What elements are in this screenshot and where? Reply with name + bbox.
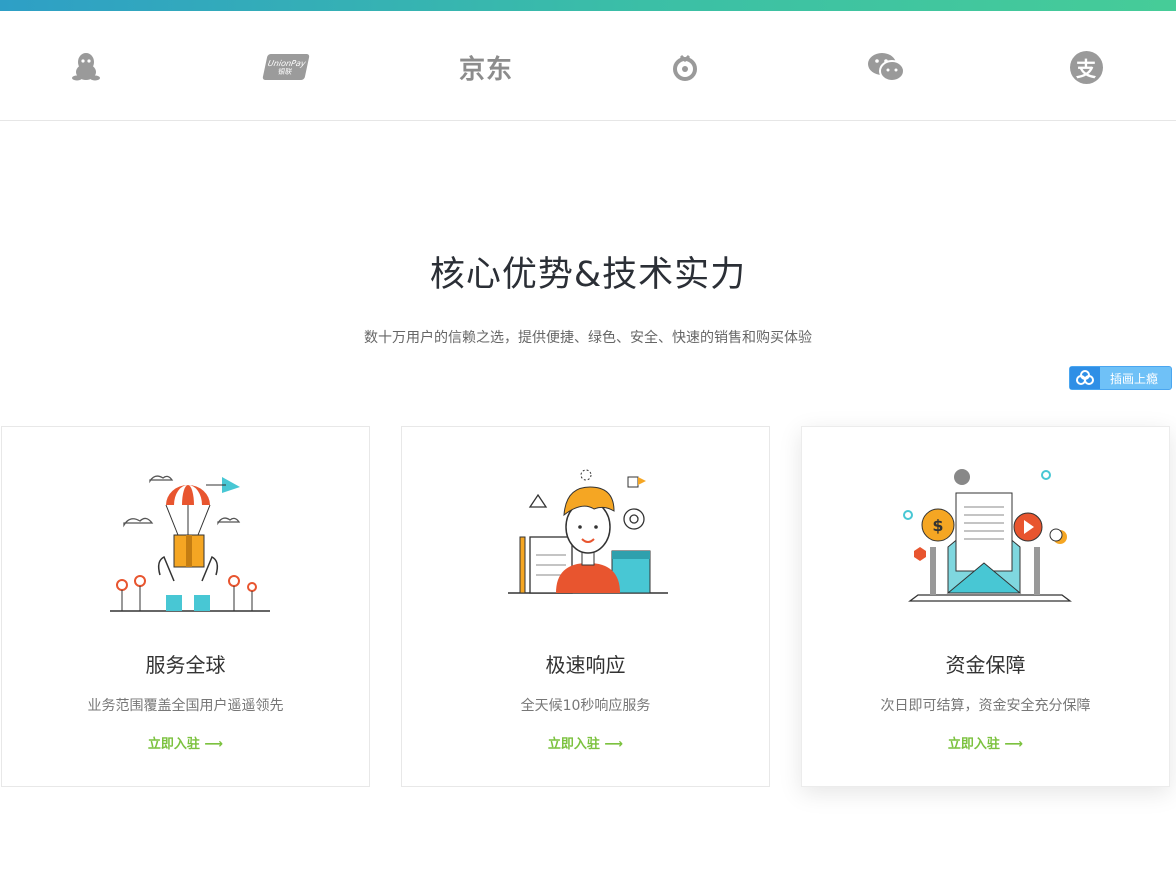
join-now-link[interactable]: 立即入驻 ⟶ [802, 733, 1169, 752]
payment-envelope-illustration: $ [903, 469, 1072, 602]
feature-card-global: 服务全球 业务范围覆盖全国用户遥遥领先 立即入驻 ⟶ [1, 426, 370, 787]
payment-partner-strip: UnionPay 银联 京东 支 [0, 11, 1176, 121]
support-agent-illustration [508, 469, 668, 594]
card-title: 资金保障 [945, 653, 1026, 677]
share-badge-label: 插画上瘾 [1110, 371, 1159, 386]
svg-text:$: $ [932, 516, 943, 535]
unionpay-logo-icon[interactable]: UnionPay 银联 [262, 47, 310, 87]
unionpay-logo-text: UnionPay [267, 58, 307, 68]
qq-logo-icon[interactable] [70, 47, 102, 87]
join-now-link[interactable]: 立即入驻 ⟶ [2, 733, 369, 752]
feature-card-fund-security: $ 资金保障 次日即可结算，资金安全充分保障 立即入驻 ⟶ [801, 426, 1170, 787]
card-description: 业务范围覆盖全国用户遥遥领先 [87, 698, 284, 714]
bestpay-logo-icon[interactable] [670, 47, 700, 87]
top-accent-bar [0, 0, 1176, 11]
section-title: 核心优势&技术实力 [429, 255, 747, 295]
alipay-logo-icon[interactable]: 支 [1069, 47, 1103, 87]
feature-card-fast-response: 极速响应 全天候10秒响应服务 立即入驻 ⟶ [401, 426, 770, 787]
share-badge[interactable]: 插画上瘾 [1069, 366, 1172, 390]
card-description: 全天候10秒响应服务 [520, 698, 651, 714]
jd-logo[interactable]: 京东 [452, 47, 520, 87]
parachute-delivery-illustration [110, 475, 270, 612]
card-title: 极速响应 [545, 653, 626, 677]
section-subtitle: 数十万用户的信赖之选，提供便捷、绿色、安全、快速的销售和购买体验 [364, 330, 812, 346]
card-description: 次日即可结算，资金安全充分保障 [880, 698, 1091, 714]
unionpay-logo-cn: 银联 [277, 67, 293, 76]
jd-logo-text: 京东 [458, 54, 513, 85]
alipay-logo-glyph: 支 [1076, 56, 1096, 81]
card-title: 服务全球 [145, 653, 226, 677]
wechat-logo-icon[interactable] [866, 47, 906, 87]
baidu-cloud-icon [1070, 367, 1100, 389]
join-now-link[interactable]: 立即入驻 ⟶ [402, 733, 769, 752]
